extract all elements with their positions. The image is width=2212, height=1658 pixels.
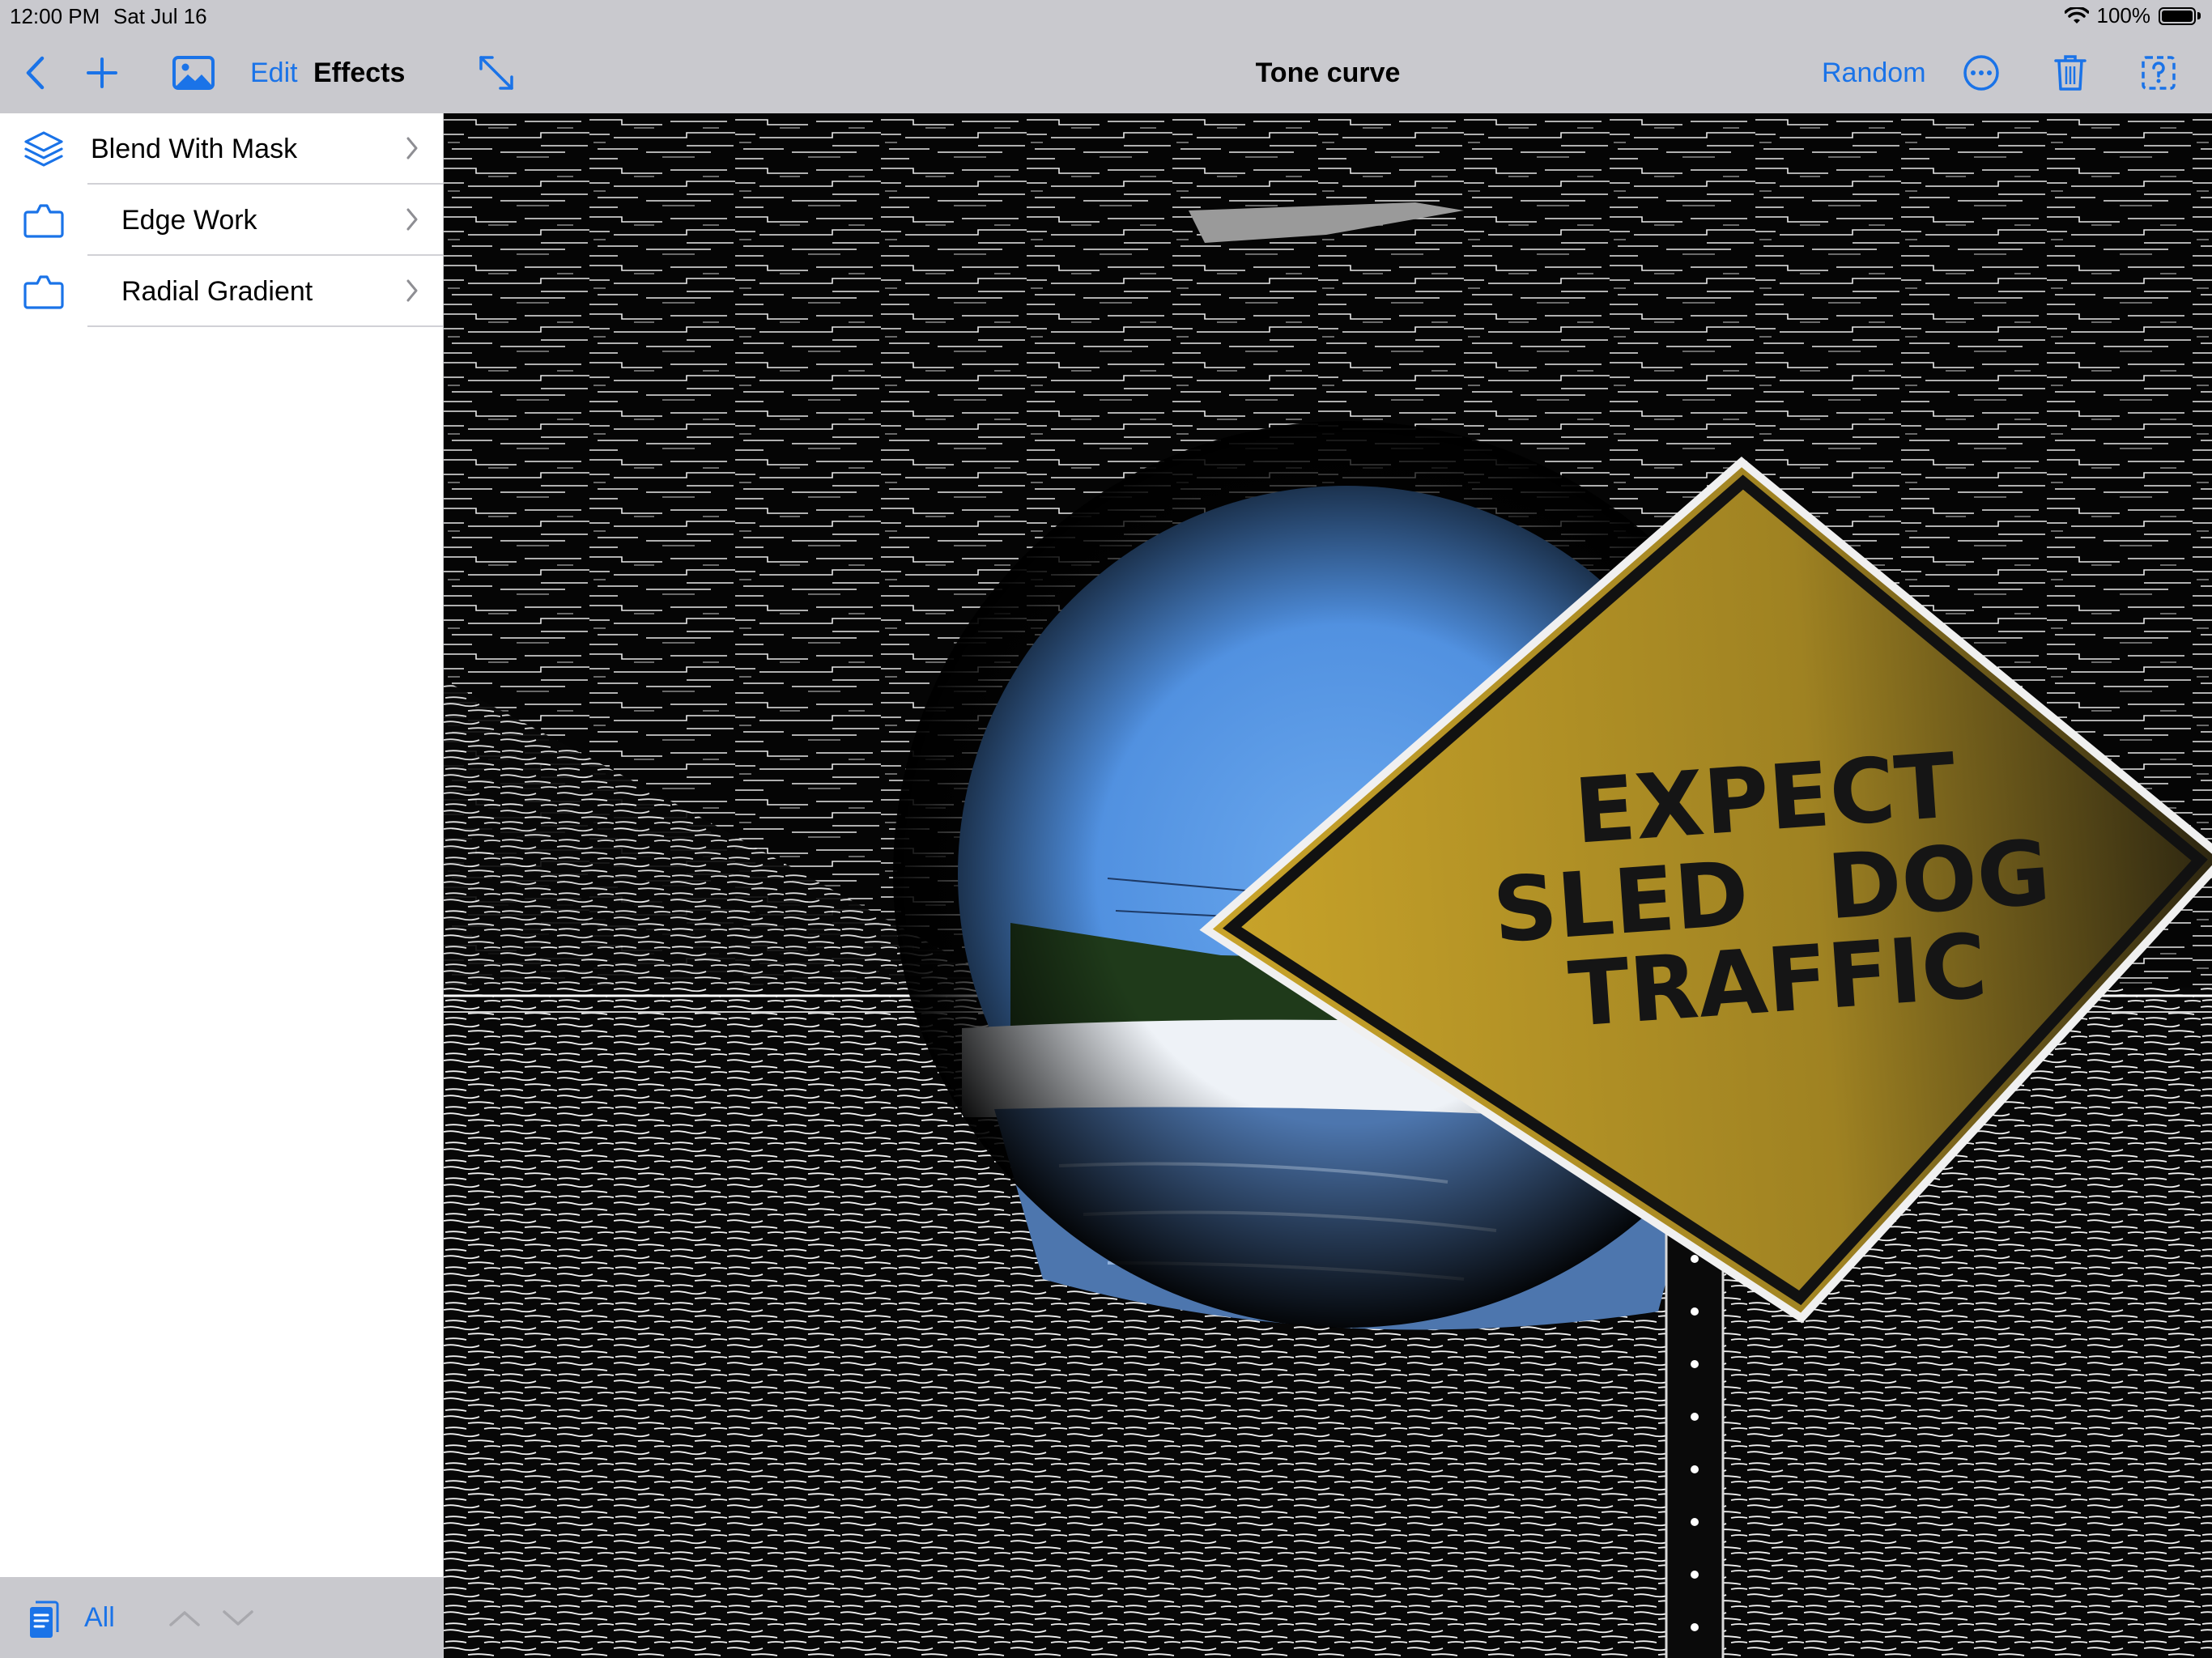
effect-preview-image: EXPECT SLED DOG TRAFFIC	[444, 113, 2212, 1658]
sidebar-item-edge-work[interactable]: Edge Work	[0, 185, 443, 256]
add-button[interactable]	[86, 32, 118, 113]
trash-icon	[2054, 55, 2087, 91]
filter-all-label: All	[84, 1601, 115, 1633]
chevron-right-icon	[406, 279, 418, 302]
wifi-icon	[2064, 6, 2089, 23]
chevron-down-icon[interactable]	[222, 1609, 254, 1627]
layers-icon	[24, 131, 63, 167]
filter-all-button[interactable]: All	[84, 1577, 115, 1658]
effects-sidebar: Blend With Mask Edge Work Radial Gradien…	[0, 113, 444, 1577]
help-button[interactable]	[2141, 32, 2176, 113]
expand-button[interactable]	[478, 32, 515, 113]
help-square-icon	[2142, 56, 2176, 90]
tray-icon	[23, 204, 64, 238]
page-title: Tone curve	[1255, 57, 1401, 88]
effects-label: Effects	[313, 57, 406, 88]
sidebar-item-label: Blend With Mask	[91, 133, 298, 164]
sidebar-item-blend-with-mask[interactable]: Blend With Mask	[0, 113, 443, 185]
plus-icon	[87, 57, 117, 88]
document-icon[interactable]	[28, 1600, 60, 1640]
effects-title: Effects	[313, 32, 405, 113]
battery-icon	[2159, 6, 2201, 25]
battery-percent: 100%	[2096, 3, 2151, 28]
expand-arrows-icon	[479, 56, 513, 90]
back-button[interactable]	[24, 32, 45, 113]
sidebar-item-label: Radial Gradient	[121, 275, 313, 307]
divider	[87, 325, 443, 327]
edit-label: Edit	[250, 57, 298, 88]
more-button[interactable]	[1963, 32, 2000, 113]
random-label: Random	[1822, 57, 1926, 88]
random-button[interactable]: Random	[1822, 32, 1926, 113]
photo-button[interactable]	[172, 32, 215, 113]
sidebar-item-label: Edge Work	[121, 204, 257, 236]
chevron-up-icon[interactable]	[168, 1609, 201, 1627]
image-canvas[interactable]: EXPECT SLED DOG TRAFFIC	[444, 113, 2212, 1658]
status-right: 100%	[2064, 3, 2201, 28]
chevron-right-icon	[406, 208, 418, 231]
back-chevron-icon	[26, 56, 45, 90]
sidebar-item-radial-gradient[interactable]: Radial Gradient	[0, 256, 443, 327]
status-bar: 12:00 PM Sat Jul 16 100%	[0, 0, 2212, 32]
ellipsis-circle-icon	[1963, 55, 1999, 91]
status-date: Sat Jul 16	[113, 4, 207, 28]
toolbar: Edit Effects Random	[0, 32, 2212, 113]
tray-icon	[23, 275, 64, 309]
photo-icon	[172, 56, 215, 90]
chevron-right-icon	[406, 137, 418, 159]
delete-button[interactable]	[2053, 32, 2087, 113]
edit-button[interactable]: Edit	[250, 32, 298, 113]
sidebar-bottom-bar: All	[0, 1577, 444, 1658]
status-time: 12:00 PM	[10, 4, 100, 28]
